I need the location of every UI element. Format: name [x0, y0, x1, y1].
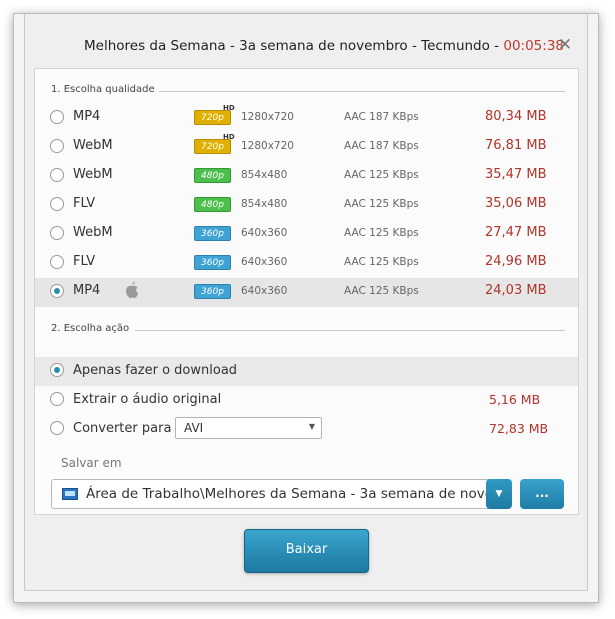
- action-convert[interactable]: Converter para AVI ▼ 72,83 MB: [35, 415, 578, 444]
- options-panel: 1. Escolha qualidade MP4 720p HD 1280x720 AA…: [34, 68, 579, 515]
- file-size-label: 24,03 MB: [485, 283, 547, 298]
- audio-label: AAC 125 KBps: [344, 198, 419, 210]
- divider: [159, 91, 565, 92]
- quality-option-row[interactable]: WebM 720p HD 1280x720 AAC 187 KBps 76,81 MB: [35, 133, 578, 162]
- save-path-field[interactable]: Área de Trabalho\Melhores da Semana - 3a…: [51, 479, 510, 509]
- download-dialog: Melhores da Semana - 3a semana de novemb…: [13, 13, 599, 603]
- hd-marker: HD: [223, 104, 235, 112]
- quality-option-row[interactable]: MP4 720p HD 1280x720 AAC 187 KBps 80,34 MB: [35, 104, 578, 133]
- quality-section-heading: 1. Escolha qualidade: [51, 84, 155, 95]
- resolution-label: 1280x720: [241, 140, 294, 152]
- quality-radio[interactable]: [50, 139, 64, 153]
- file-size-label: 24,96 MB: [485, 254, 547, 269]
- quality-badge: 720p: [194, 139, 231, 154]
- download-only-radio[interactable]: [50, 363, 64, 377]
- quality-option-row[interactable]: MP4 360p 640x360 AAC 125 KBps 24,03 MB: [35, 278, 578, 307]
- browse-button[interactable]: ...: [520, 479, 564, 509]
- action-download-only[interactable]: Apenas fazer o download: [35, 357, 578, 386]
- quality-badge: 480p: [194, 168, 231, 183]
- resolution-label: 640x360: [241, 227, 288, 239]
- save-location-label: Salvar em: [61, 456, 122, 470]
- download-button[interactable]: Baixar: [244, 529, 369, 573]
- audio-label: AAC 125 KBps: [344, 256, 419, 268]
- divider: [135, 330, 565, 331]
- action-extract-audio[interactable]: Extrair o áudio original 5,16 MB: [35, 386, 578, 415]
- download-only-label: Apenas fazer o download: [73, 363, 238, 378]
- save-path-dropdown-button[interactable]: ▼: [486, 479, 512, 509]
- convert-format-value: AVI: [184, 421, 204, 435]
- quality-option-row[interactable]: WebM 360p 640x360 AAC 125 KBps 27,47 MB: [35, 220, 578, 249]
- format-label: FLV: [73, 254, 96, 269]
- quality-option-row[interactable]: WebM 480p 854x480 AAC 125 KBps 35,47 MB: [35, 162, 578, 191]
- quality-radio[interactable]: [50, 110, 64, 124]
- format-label: FLV: [73, 196, 96, 211]
- extract-audio-label: Extrair o áudio original: [73, 392, 222, 407]
- quality-badge: 360p: [194, 255, 231, 270]
- quality-radio[interactable]: [50, 284, 64, 298]
- quality-radio[interactable]: [50, 255, 64, 269]
- audio-label: AAC 187 KBps: [344, 111, 419, 123]
- apple-icon: [126, 281, 138, 298]
- audio-label: AAC 125 KBps: [344, 227, 419, 239]
- resolution-label: 1280x720: [241, 111, 294, 123]
- quality-badge: 480p: [194, 197, 231, 212]
- extract-audio-radio[interactable]: [50, 392, 64, 406]
- file-size-label: 27,47 MB: [485, 225, 547, 240]
- resolution-label: 640x360: [241, 256, 288, 268]
- convert-format-select[interactable]: AVI ▼: [175, 417, 322, 439]
- quality-radio[interactable]: [50, 168, 64, 182]
- hd-marker: HD: [223, 133, 235, 141]
- quality-badge: 720p: [194, 110, 231, 125]
- file-size-label: 80,34 MB: [485, 109, 547, 124]
- title-bar: Melhores da Semana - 3a semana de novemb…: [14, 14, 598, 70]
- resolution-label: 854x480: [241, 169, 288, 181]
- extract-audio-size: 5,16 MB: [489, 392, 541, 407]
- audio-label: AAC 125 KBps: [344, 169, 419, 181]
- dialog-title: Melhores da Semana - 3a semana de novemb…: [84, 38, 564, 54]
- quality-option-row[interactable]: FLV 480p 854x480 AAC 125 KBps 35,06 MB: [35, 191, 578, 220]
- quality-radio[interactable]: [50, 197, 64, 211]
- quality-badge: 360p: [194, 284, 231, 299]
- convert-radio[interactable]: [50, 421, 64, 435]
- quality-radio[interactable]: [50, 226, 64, 240]
- file-size-label: 35,47 MB: [485, 167, 547, 182]
- format-label: WebM: [73, 167, 113, 182]
- audio-label: AAC 125 KBps: [344, 285, 419, 297]
- action-section-heading: 2. Escolha ação: [51, 323, 130, 334]
- resolution-label: 854x480: [241, 198, 288, 210]
- save-path-text: Área de Trabalho\Melhores da Semana - 3a…: [86, 486, 509, 502]
- chevron-down-icon: ▼: [308, 422, 315, 431]
- format-label: WebM: [73, 225, 113, 240]
- format-label: MP4: [73, 109, 101, 124]
- convert-size: 72,83 MB: [489, 421, 549, 436]
- close-icon[interactable]: ✕: [554, 34, 576, 56]
- chevron-down-icon: ▼: [495, 489, 503, 499]
- quality-badge: 360p: [194, 226, 231, 241]
- quality-option-row[interactable]: FLV 360p 640x360 AAC 125 KBps 24,96 MB: [35, 249, 578, 278]
- file-size-label: 76,81 MB: [485, 138, 547, 153]
- video-title: Melhores da Semana - 3a semana de novemb…: [84, 38, 500, 54]
- desktop-folder-icon: [62, 488, 78, 500]
- audio-label: AAC 187 KBps: [344, 140, 419, 152]
- resolution-label: 640x360: [241, 285, 288, 297]
- convert-label: Converter para: [73, 421, 172, 436]
- format-label: MP4: [73, 283, 101, 298]
- file-size-label: 35,06 MB: [485, 196, 547, 211]
- format-label: WebM: [73, 138, 113, 153]
